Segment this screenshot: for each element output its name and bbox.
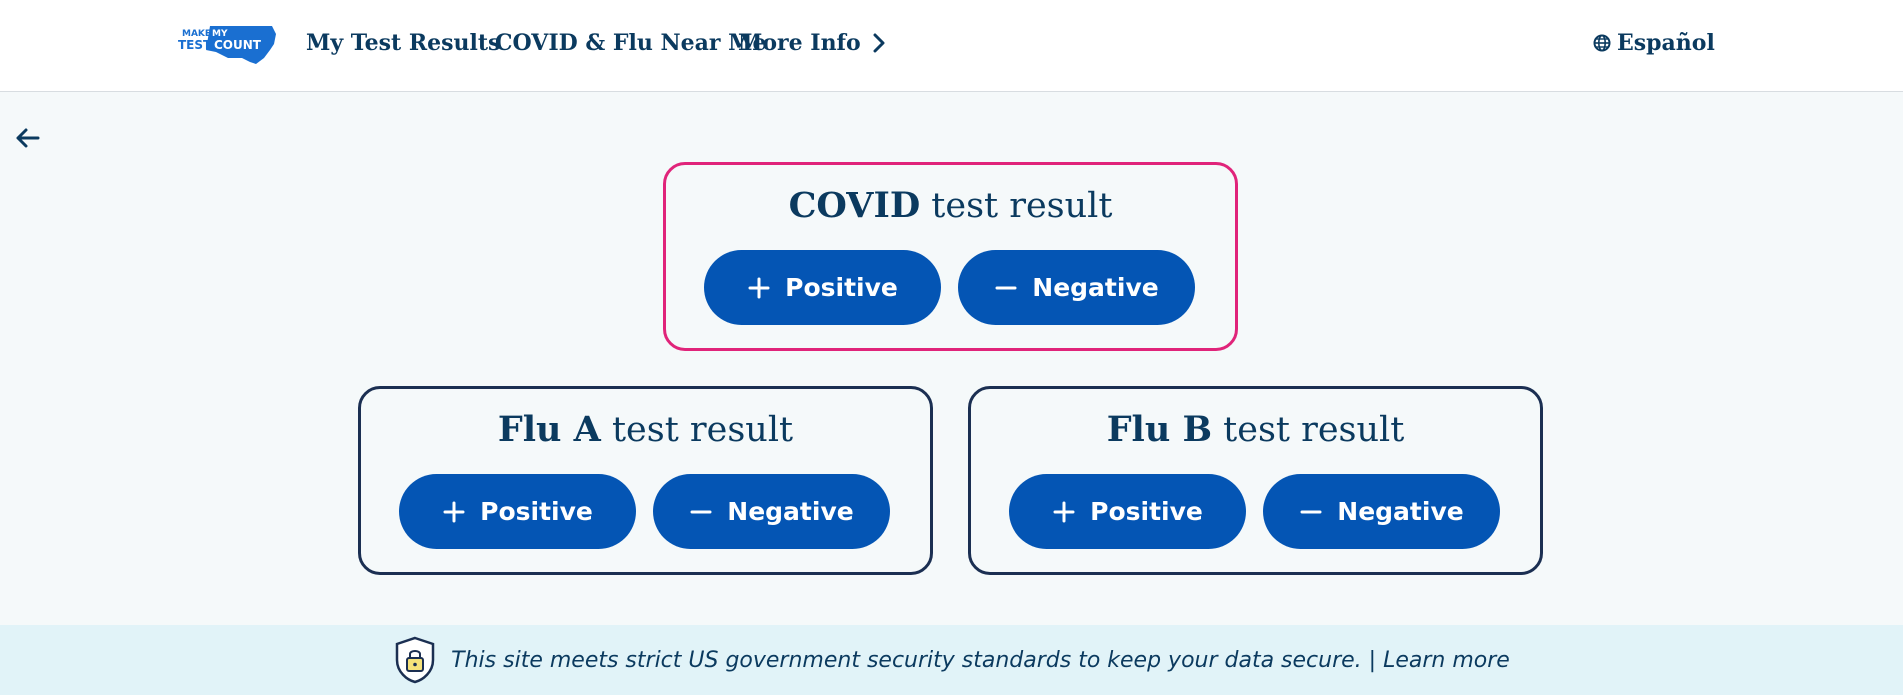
svg-text:COUNT: COUNT [214,38,262,52]
flu-a-card-title: Flu A test result [497,409,794,450]
flu-a-result-card: Flu A test result Positive Negative [358,386,933,575]
chevron-right-icon [873,33,885,53]
covid-result-card: COVID test result Positive Negative [663,162,1238,351]
flu-b-negative-button[interactable]: Negative [1263,474,1500,549]
security-banner-text: This site meets strict US government sec… [451,647,1510,673]
learn-more-link[interactable]: Learn more [1383,648,1510,673]
language-label: Español [1617,30,1715,56]
flu-a-negative-button[interactable]: Negative [653,474,890,549]
plus-icon [748,277,770,298]
svg-text:TEST: TEST [178,38,212,52]
covid-card-title: COVID test result [788,185,1113,226]
nav-more-info-label: More Info [738,30,861,56]
site-header: MAKE MY TEST COUNT My Test Results COVID… [0,0,1903,92]
covid-negative-button[interactable]: Negative [958,250,1195,325]
nav-covid-flu-near-me[interactable]: COVID & Flu Near Me [495,30,767,56]
language-toggle[interactable]: Español [1593,30,1715,56]
minus-icon [1300,510,1322,513]
plus-icon [443,501,465,522]
plus-icon [1053,501,1075,522]
shield-lock-icon [395,636,435,684]
minus-icon [690,510,712,513]
security-banner: This site meets strict US government sec… [0,625,1903,695]
flu-a-positive-button[interactable]: Positive [399,474,636,549]
back-arrow-icon[interactable] [14,124,42,152]
minus-icon [995,286,1017,289]
flu-b-result-card: Flu B test result Positive Negative [968,386,1543,575]
flu-b-positive-button[interactable]: Positive [1009,474,1246,549]
flu-b-card-title: Flu B test result [1106,409,1405,450]
make-my-test-count-logo[interactable]: MAKE MY TEST COUNT [176,22,280,68]
nav-more-info[interactable]: More Info [738,30,885,56]
globe-icon [1593,34,1611,52]
covid-positive-button[interactable]: Positive [704,250,941,325]
nav-my-test-results[interactable]: My Test Results [306,30,500,56]
